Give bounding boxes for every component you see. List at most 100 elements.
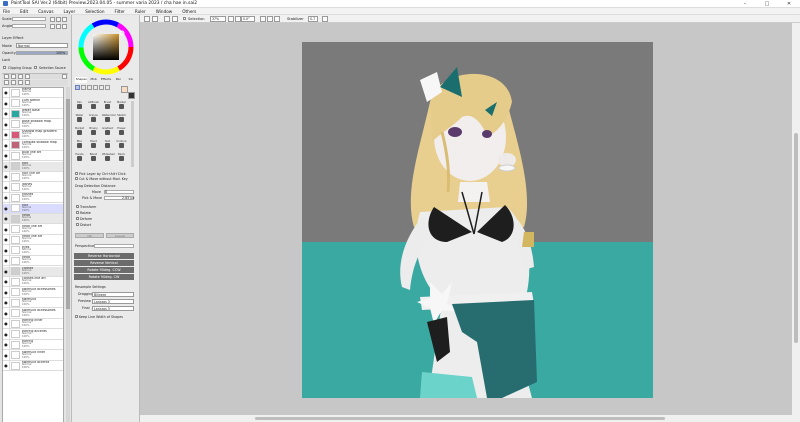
tool-text-button[interactable]: Text xyxy=(102,140,113,150)
menu-view[interactable]: Window xyxy=(156,9,173,14)
layer-row[interactable]: ● cum sketch Normal 100% xyxy=(3,98,63,109)
zoom-in-button[interactable] xyxy=(50,17,55,22)
layer-folder-row[interactable]: ● clothes Normal 100% xyxy=(3,266,63,277)
dragging-select[interactable]: Bilinear xyxy=(92,292,134,297)
rotate-checkbox[interactable] xyxy=(76,211,79,214)
maximize-icon[interactable]: □ xyxy=(756,0,778,8)
visibility-eye-icon[interactable]: ● xyxy=(3,255,10,266)
transfer-down-icon[interactable] xyxy=(11,80,16,85)
tool-binary-button[interactable]: Binary xyxy=(88,127,99,137)
cut-move-checkbox[interactable] xyxy=(75,177,78,180)
final-select[interactable]: Lanczos 3 xyxy=(92,306,134,311)
undo-icon[interactable] xyxy=(144,16,150,22)
visibility-eye-icon[interactable]: ● xyxy=(3,339,10,350)
secondary-color-swatch[interactable] xyxy=(128,92,135,99)
tool-blend-button[interactable]: Blend xyxy=(88,153,99,163)
minimize-icon[interactable]: – xyxy=(734,0,756,8)
layer-scrollbar-thumb[interactable] xyxy=(66,99,70,309)
tab-shapes[interactable]: Shapes xyxy=(75,77,88,83)
move-tool-icon[interactable] xyxy=(75,85,80,90)
new-linework-icon[interactable] xyxy=(11,74,16,79)
zoom-tool-icon[interactable] xyxy=(81,85,86,90)
visibility-eye-icon[interactable]: ● xyxy=(3,266,10,276)
visibility-eye-icon[interactable]: ● xyxy=(3,276,10,287)
layer-row[interactable]: ● earring accents Normal 100% xyxy=(3,329,63,340)
tool-pen-button[interactable]: Pen xyxy=(74,101,85,111)
layer-row[interactable]: ● base shadow map Normal 100% xyxy=(3,119,63,130)
visibility-eye-icon[interactable]: ● xyxy=(3,129,10,140)
canvas-horizontal-scrollbar[interactable] xyxy=(140,415,792,422)
tool-gradient-button[interactable]: Gradient xyxy=(102,127,113,137)
visibility-eye-icon[interactable]: ● xyxy=(3,318,10,329)
tab-ink[interactable]: Ink xyxy=(125,77,137,83)
layer-folder-row[interactable]: ● hair Normal 100% xyxy=(3,161,63,172)
clear-layer-icon[interactable] xyxy=(18,80,23,85)
rotate-reset-button[interactable] xyxy=(62,24,67,29)
visibility-eye-icon[interactable]: ● xyxy=(3,350,10,360)
zoom-select[interactable]: 37% xyxy=(210,16,226,22)
redo-icon[interactable] xyxy=(152,16,158,22)
visibility-eye-icon[interactable]: ● xyxy=(3,88,10,98)
layer-row[interactable]: ● earring inner Normal 100% xyxy=(3,318,63,329)
tool-hands-button[interactable]: Hands xyxy=(74,153,85,163)
angle-select[interactable]: 0.0° xyxy=(241,16,255,22)
tool-watercolor-button[interactable]: Watercolor xyxy=(102,114,116,124)
visibility-eye-icon[interactable]: ● xyxy=(3,203,10,213)
visibility-eye-icon[interactable]: ● xyxy=(3,329,10,339)
tool-grid-scrollbar[interactable] xyxy=(131,101,134,167)
rotate-left-button[interactable] xyxy=(50,24,55,29)
deform-checkbox[interactable] xyxy=(76,217,79,220)
scale-slider[interactable] xyxy=(12,17,46,21)
deselect-icon[interactable] xyxy=(164,16,170,22)
rotate-ccw-button[interactable]: Rotate 90deg. CCW xyxy=(74,267,134,273)
visibility-eye-icon[interactable]: ● xyxy=(3,171,10,182)
zoom-out-button[interactable] xyxy=(56,17,61,22)
lock-layer-icon[interactable] xyxy=(25,80,30,85)
layer-row[interactable]: ● lashes Normal 100% xyxy=(3,182,63,193)
visibility-eye-icon[interactable]: ● xyxy=(3,297,10,308)
layer-row[interactable]: ● water base Normal 100% xyxy=(3,108,63,119)
tool-eraser-button[interactable]: Eraser xyxy=(116,127,127,137)
menu-window[interactable]: Others xyxy=(182,9,196,14)
rotate-cw-button[interactable]: Rotate 90deg. CW xyxy=(74,274,134,280)
ok-button[interactable]: OK xyxy=(75,233,104,238)
tool-hand-button[interactable]: Hand xyxy=(88,140,99,150)
tool-block-button[interactable]: Block xyxy=(116,153,127,163)
canvas-area[interactable]: Selection 37% 0.0° Stabilizer S-7 xyxy=(140,15,800,422)
layer-row[interactable]: ● complex shadow map Normal 100% xyxy=(3,140,63,151)
tool-airbrush-button[interactable]: AirBrush xyxy=(88,101,99,111)
menu-ruler[interactable]: Ruler xyxy=(135,9,146,14)
visibility-eye-icon[interactable]: ● xyxy=(3,245,10,255)
tool-water-button[interactable]: Water xyxy=(74,114,85,124)
menu-file[interactable]: File xyxy=(3,9,10,14)
tab-pen[interactable]: Pen xyxy=(112,77,124,83)
selection-checkbox[interactable] xyxy=(183,17,186,20)
close-icon[interactable]: ✕ xyxy=(778,0,800,8)
zoom-reset-button[interactable] xyxy=(62,17,67,22)
layer-scrollbar[interactable] xyxy=(66,87,70,422)
reverse-horizontal-button[interactable]: Reverse Horizontal xyxy=(74,253,134,259)
flip-icon[interactable] xyxy=(274,16,280,22)
tool-marker-button[interactable]: Marker xyxy=(116,101,127,111)
visibility-eye-icon[interactable]: ● xyxy=(3,287,10,297)
visibility-eye-icon[interactable]: ● xyxy=(3,161,10,171)
visibility-eye-icon[interactable]: ● xyxy=(3,308,10,318)
delete-layer-icon[interactable] xyxy=(62,74,67,79)
color-wheel[interactable] xyxy=(78,19,134,77)
tool-sketch-button[interactable]: Sketch xyxy=(116,114,127,124)
layer-row[interactable]: ● swimsuit inner Normal 100% xyxy=(3,350,63,361)
clipping-checkbox[interactable] xyxy=(3,66,6,69)
layer-row[interactable]: ● head line art Normal 100% xyxy=(3,234,63,245)
layer-row[interactable]: ● hair line art Normal 100% xyxy=(3,171,63,182)
merge-down-icon[interactable] xyxy=(4,80,9,85)
menu-edit[interactable]: Edit xyxy=(20,9,28,14)
new-folder-icon[interactable] xyxy=(18,74,23,79)
layer-row[interactable]: ● head Normal 100% xyxy=(3,255,63,266)
visibility-eye-icon[interactable]: ● xyxy=(3,150,10,161)
layer-row[interactable]: ● swimsuit Normal 100% xyxy=(3,297,63,308)
tool-contour-button[interactable]: Contour xyxy=(116,140,127,150)
visibility-eye-icon[interactable]: ● xyxy=(3,234,10,245)
move-slider[interactable] xyxy=(104,190,134,194)
menu-layer[interactable]: Layer xyxy=(64,9,76,14)
visibility-eye-icon[interactable]: ● xyxy=(3,360,10,371)
